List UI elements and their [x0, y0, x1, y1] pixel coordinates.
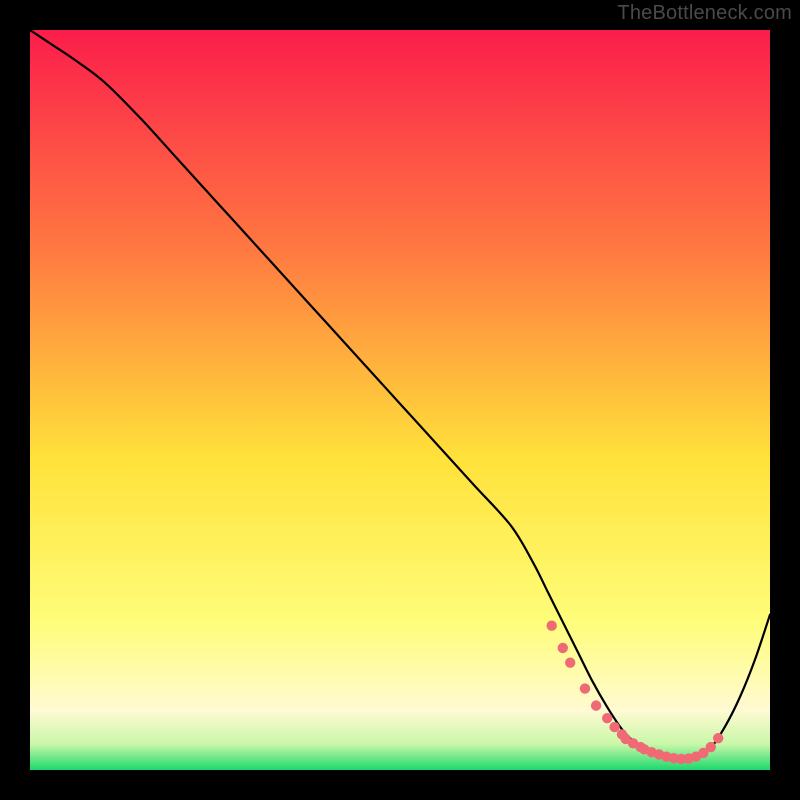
- watermark-text: TheBottleneck.com: [617, 2, 792, 25]
- curve-marker: [547, 621, 557, 631]
- curve-marker: [713, 733, 723, 743]
- gradient-background: [30, 30, 770, 770]
- curve-marker: [558, 643, 568, 653]
- chart-frame: TheBottleneck.com: [0, 0, 800, 800]
- curve-marker: [609, 722, 619, 732]
- curve-marker: [565, 658, 575, 668]
- curve-marker: [602, 713, 612, 723]
- curve-marker: [591, 700, 601, 710]
- curve-marker: [580, 683, 590, 693]
- curve-marker: [706, 742, 716, 752]
- bottleneck-chart: [30, 30, 770, 770]
- plot-area: [30, 30, 770, 770]
